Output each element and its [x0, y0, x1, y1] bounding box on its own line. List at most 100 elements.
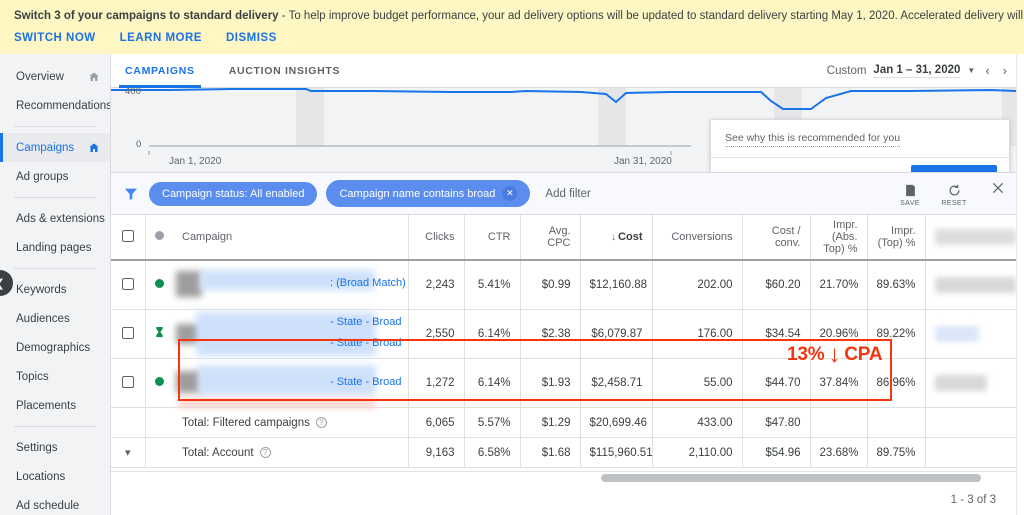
right-scrollbar-rail[interactable]	[1016, 54, 1024, 515]
chart-x-tick-start: Jan 1, 2020	[169, 156, 222, 167]
totals-expand-cell[interactable]: ▾	[111, 437, 146, 468]
sidebar-item-settings[interactable]: Settings	[0, 433, 110, 462]
campaigns-table: Campaign Clicks CTR Avg. CPC ↓ Cost Conv…	[111, 215, 1024, 468]
column-header-ctr[interactable]: CTR	[464, 215, 521, 261]
row-status-cell[interactable]	[145, 260, 173, 310]
hidden-metric-cell	[925, 309, 1024, 359]
learn-more-link[interactable]: LEARN MORE	[120, 32, 202, 44]
column-header-clicks[interactable]: Clicks	[408, 215, 465, 261]
blurred-header	[934, 229, 1016, 245]
recommendation-card: See why this is recommended for you VIEW…	[710, 119, 1010, 172]
campaign-name-cell[interactable]: - State - Broad - State - Broad	[173, 309, 409, 359]
campaign-name-cell[interactable]: : (Broad Match)	[173, 260, 409, 310]
column-label: Cost / conv.	[771, 225, 801, 249]
sidebar-divider	[14, 268, 96, 269]
sidebar-item-locations[interactable]: Locations	[0, 462, 110, 491]
totals-expand-cell	[111, 407, 146, 438]
sidebar-item-label: Locations	[16, 470, 66, 483]
tab-campaigns[interactable]: CAMPAIGNS	[119, 54, 201, 88]
filter-icon[interactable]	[123, 186, 139, 202]
status-icon	[154, 231, 164, 240]
ctr-cell: 6.14%	[464, 309, 521, 359]
sidebar-item-topics[interactable]: Topics	[0, 362, 110, 391]
select-all-checkbox[interactable]	[121, 229, 134, 242]
view-recommendations-button[interactable]: VIEW 3 RECOMMENDATIONS	[723, 172, 884, 173]
table-row[interactable]: - State - Broad 1,272 6.14% $1.93 $2,458…	[111, 358, 1024, 408]
column-header-impr-top[interactable]: Impr. (Top) %	[867, 215, 926, 261]
recommendation-why-link[interactable]: See why this is recommended for you	[725, 120, 901, 147]
row-checkbox[interactable]	[121, 375, 134, 388]
date-next-button[interactable]: ›	[1000, 63, 1010, 78]
switch-now-link[interactable]: SWITCH NOW	[14, 32, 96, 44]
delivery-notification-banner: Switch 3 of your campaigns to standard d…	[0, 0, 1024, 54]
pagination-info: 1 - 3 of 3	[950, 494, 996, 506]
column-header-conversions[interactable]: Conversions	[652, 215, 743, 261]
column-label: Avg. CPC	[547, 225, 571, 249]
help-icon[interactable]: ?	[315, 416, 327, 428]
chevron-down-icon[interactable]: ▾	[125, 447, 131, 459]
date-range-value[interactable]: Jan 1 – 31, 2020	[873, 64, 961, 78]
date-prev-button[interactable]: ‹	[982, 63, 992, 78]
reset-icon	[949, 183, 959, 195]
column-header-avg-cpc[interactable]: Avg. CPC	[520, 215, 581, 261]
sidebar-item-audiences[interactable]: Audiences	[0, 304, 110, 333]
column-header-impr-abs-top[interactable]: Impr. (Abs. Top) %	[810, 215, 868, 261]
tab-auction-insights[interactable]: AUCTION INSIGHTS	[229, 54, 341, 88]
sidebar-item-ads-extensions[interactable]: Ads & extensions	[0, 204, 110, 233]
column-label: Campaign	[182, 231, 233, 243]
impr-abs-top-cell: 21.70%	[810, 260, 868, 310]
filter-chip-campaign-name[interactable]: Campaign name contains broad ✕	[326, 180, 531, 207]
date-range-selector[interactable]: Custom Jan 1 – 31, 2020 ▼ ‹ ›	[827, 63, 1010, 78]
redacted-block	[934, 326, 980, 342]
sidebar-item-ad-schedule[interactable]: Ad schedule	[0, 491, 110, 515]
conversions-cell: 55.00	[652, 358, 743, 408]
row-status-cell[interactable]	[145, 358, 173, 408]
column-label: Cost	[618, 231, 643, 243]
tab-label: CAMPAIGNS	[125, 64, 195, 77]
add-filter-button[interactable]: Add filter	[545, 188, 590, 200]
chevron-left-icon: ❮	[0, 277, 5, 290]
dismiss-link[interactable]: DISMISS	[226, 32, 277, 44]
banner-actions: SWITCH NOW LEARN MORE DISMISS	[14, 32, 1010, 44]
select-all-header[interactable]	[111, 215, 146, 261]
filter-chip-campaign-status[interactable]: Campaign status: All enabled	[149, 181, 318, 206]
chevron-down-icon[interactable]: ▼	[967, 66, 975, 75]
row-checkbox[interactable]	[121, 277, 134, 290]
totals-hidden-metric-cell	[925, 437, 1024, 468]
sidebar-item-overview[interactable]: Overview	[0, 62, 110, 91]
save-filter-button[interactable]: SAVE	[896, 183, 924, 207]
sidebar-item-label: Demographics	[16, 341, 91, 354]
sidebar-item-keywords[interactable]: Keywords	[0, 275, 110, 304]
sidebar-item-recommendations[interactable]: Recommendations	[0, 91, 110, 120]
apply-all-button[interactable]: APPLY ALL	[910, 164, 997, 172]
performance-chart: 400 0 Jan 1, 2020 Jan 31, 2020 See why t…	[111, 88, 1024, 172]
row-status-cell[interactable]	[145, 309, 173, 359]
column-header-cost[interactable]: ↓ Cost	[580, 215, 653, 261]
row-checkbox[interactable]	[121, 326, 134, 339]
help-icon[interactable]: ?	[259, 446, 271, 458]
table-row[interactable]: - State - Broad - State - Broad 2,550 6.…	[111, 309, 1024, 359]
campaign-name-cell[interactable]: - State - Broad	[173, 358, 409, 408]
row-select-cell[interactable]	[111, 309, 146, 359]
row-select-cell[interactable]	[111, 260, 146, 310]
sidebar-divider	[14, 426, 96, 427]
sidebar-item-demographics[interactable]: Demographics	[0, 333, 110, 362]
column-header-campaign[interactable]: Campaign	[173, 215, 409, 261]
campaign-name-suffix-2: - State - Broad	[330, 337, 402, 349]
redacted-block	[176, 271, 202, 297]
ctr-cell: 5.41%	[464, 260, 521, 310]
status-enabled-icon	[154, 279, 164, 288]
sidebar-item-ad-groups[interactable]: Ad groups	[0, 162, 110, 191]
sidebar-item-landing-pages[interactable]: Landing pages	[0, 233, 110, 262]
cost-cell: $2,458.71	[580, 358, 653, 408]
sidebar-item-campaigns[interactable]: Campaigns	[0, 133, 110, 162]
column-header-cost-per-conv[interactable]: Cost / conv.	[742, 215, 811, 261]
horizontal-scrollbar[interactable]	[601, 474, 981, 482]
remove-filter-icon[interactable]: ✕	[502, 186, 518, 201]
reset-filter-button[interactable]: RESET	[940, 183, 968, 207]
table-row[interactable]: : (Broad Match) 2,243 5.41% $0.99 $12,16…	[111, 260, 1024, 310]
save-icon	[905, 184, 915, 196]
close-filter-bar-button[interactable]	[984, 180, 1012, 207]
row-select-cell[interactable]	[111, 358, 146, 408]
sidebar-item-placements[interactable]: Placements	[0, 391, 110, 420]
